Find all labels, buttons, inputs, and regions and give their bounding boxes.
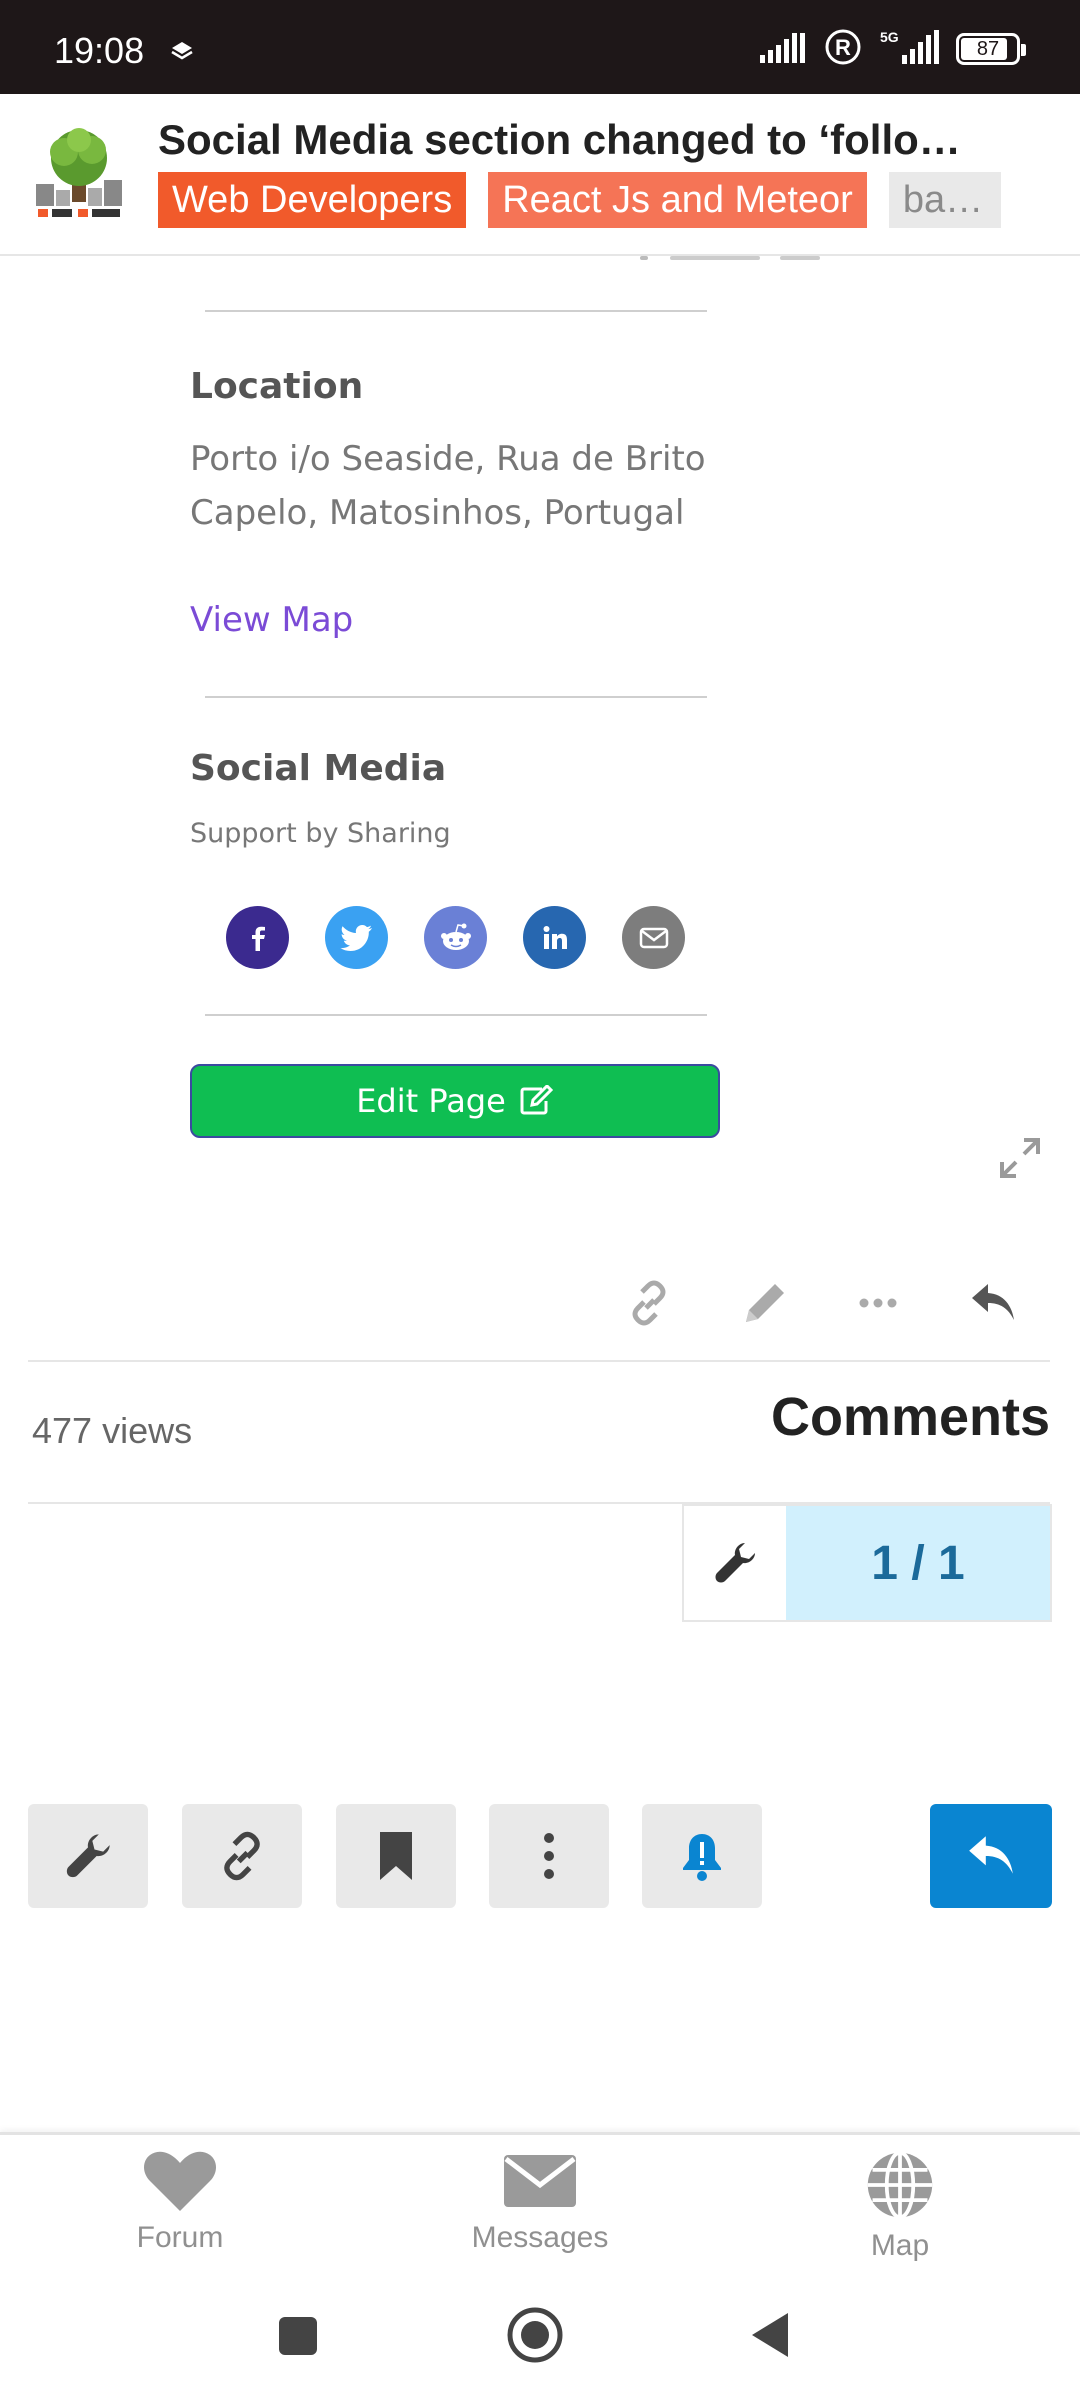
home-circle-icon	[507, 2307, 563, 2363]
nav-messages-label: Messages	[471, 2221, 609, 2254]
edit-page-button[interactable]: Edit Page	[190, 1064, 720, 1138]
tag-web-developers[interactable]: Web Developers	[158, 172, 467, 228]
tag-list: Web Developers React Js and Meteor bac…	[158, 172, 1001, 228]
location-heading: Location	[190, 366, 364, 407]
linkedin-icon	[543, 925, 567, 949]
share-buttons	[226, 906, 685, 969]
back-button[interactable]	[748, 2310, 792, 2364]
status-right: R 5G 87	[758, 28, 1026, 70]
reply-icon[interactable]	[968, 1278, 1018, 1332]
share-email-button[interactable]	[622, 906, 685, 969]
edit-page-label: Edit Page	[356, 1082, 506, 1120]
bookmark-icon	[380, 1832, 412, 1880]
divider	[28, 1360, 1050, 1362]
location-address: Porto i/o Seaside, Rua de Brito Capelo, …	[190, 439, 706, 533]
reddit-icon	[440, 923, 471, 950]
layers-icon	[170, 40, 194, 68]
network-type-label: 5G	[880, 29, 899, 45]
recents-button[interactable]	[276, 2314, 320, 2362]
vertical-dots-icon	[544, 1833, 554, 1879]
battery-level-text: 87	[976, 38, 1000, 60]
tag-react-meteor[interactable]: React Js and Meteor	[488, 172, 867, 228]
page-count[interactable]: 1 / 1	[786, 1506, 1050, 1620]
notification-button[interactable]	[642, 1804, 762, 1908]
divider	[205, 696, 707, 698]
wrench-icon	[66, 1834, 110, 1878]
square-icon	[279, 2317, 317, 2355]
copy-link-icon[interactable]	[624, 1278, 674, 1332]
bell-icon	[683, 1834, 721, 1881]
signal-icon	[758, 31, 808, 67]
share-reddit-button[interactable]	[424, 906, 487, 969]
envelope-icon	[504, 2155, 576, 2207]
view-map-link[interactable]: View Map	[190, 600, 353, 640]
twitter-icon	[339, 924, 372, 951]
topic-title[interactable]: Social Media section changed to ‘follow …	[158, 116, 988, 164]
nav-forum[interactable]: Forum	[60, 2149, 300, 2255]
site-logo[interactable]	[28, 122, 130, 224]
facebook-icon	[251, 926, 265, 951]
edit-icon	[520, 1085, 553, 1115]
nav-map[interactable]: Map	[780, 2149, 1020, 2263]
social-media-heading: Social Media	[190, 748, 447, 789]
post-pager: 1 / 1	[682, 1504, 1052, 1622]
wrench-icon	[715, 1543, 755, 1583]
share-facebook-button[interactable]	[226, 906, 289, 969]
nav-forum-label: Forum	[136, 2221, 224, 2254]
support-sharing-text: Support by Sharing	[190, 818, 451, 849]
bookmark-button[interactable]	[336, 1804, 456, 1908]
battery-indicator: 87	[956, 33, 1026, 65]
divider	[205, 310, 707, 312]
more-options-icon[interactable]	[856, 1288, 900, 1322]
back-triangle-icon	[752, 2313, 788, 2357]
wrench-button[interactable]	[684, 1506, 786, 1620]
bottom-nav: Forum Messages Map	[0, 2132, 1080, 2280]
more-menu-button[interactable]	[489, 1804, 609, 1908]
email-icon	[639, 927, 668, 948]
expand-icon[interactable]	[998, 1136, 1042, 1184]
heart-icon	[144, 2151, 216, 2211]
share-twitter-button[interactable]	[325, 906, 388, 969]
nav-map-label: Map	[870, 2229, 930, 2262]
nav-messages[interactable]: Messages	[420, 2149, 660, 2255]
link-icon	[224, 1831, 260, 1881]
5g-signal-icon: 5G	[878, 29, 940, 69]
svg-text:R: R	[835, 35, 851, 60]
comments-heading: Comments	[770, 1387, 1050, 1447]
status-time: 19:08	[54, 30, 145, 71]
divider	[205, 1014, 707, 1016]
topic-header: Social Media section changed to ‘follow …	[0, 94, 1080, 256]
status-bar: 19:08 R 5G 87	[0, 0, 1080, 94]
reply-icon	[969, 1836, 1013, 1874]
views-count: 477 views	[32, 1410, 193, 1451]
roaming-icon: R	[824, 28, 862, 70]
globe-icon	[867, 2150, 933, 2220]
post-actions	[0, 1278, 1080, 1334]
share-link-button[interactable]	[182, 1804, 302, 1908]
focal-local-tree-logo	[32, 128, 126, 220]
home-button[interactable]	[506, 2306, 564, 2368]
topic-toolbar	[0, 1804, 1080, 1908]
cutoff-text-remnant	[640, 256, 850, 262]
pencil-icon[interactable]	[740, 1278, 790, 1332]
admin-wrench-button[interactable]	[28, 1804, 148, 1908]
system-nav-bar	[0, 2280, 1080, 2400]
share-linkedin-button[interactable]	[523, 906, 586, 969]
tag-more[interactable]: bac…	[888, 172, 1001, 228]
reply-button[interactable]	[930, 1804, 1052, 1908]
